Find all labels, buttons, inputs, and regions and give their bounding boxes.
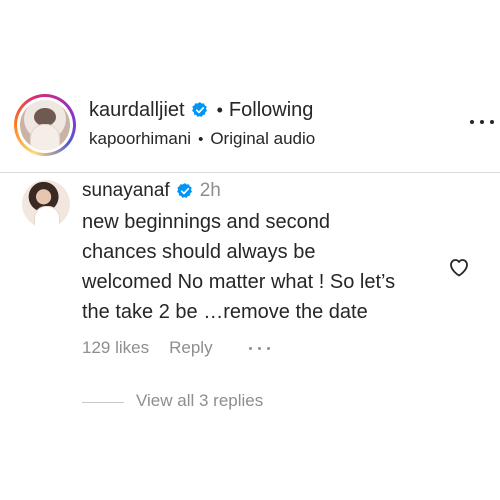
- header-separator: •: [216, 99, 223, 120]
- comment-timestamp: 2h: [199, 180, 221, 201]
- comment-text: new beginnings and second chances should…: [82, 207, 442, 327]
- following-button[interactable]: Following: [229, 99, 313, 122]
- verified-badge-icon: [191, 101, 209, 119]
- heart-outline-icon[interactable]: [446, 255, 472, 279]
- audio-separator: •: [198, 130, 204, 148]
- reply-button[interactable]: Reply: [169, 338, 212, 358]
- avatar-ring-gap: [17, 97, 73, 153]
- comment-line: new beginnings and second: [82, 211, 330, 233]
- comment-line: the take 2 be …remove the date: [82, 301, 368, 323]
- more-dot: [480, 120, 484, 124]
- verified-badge-icon: [176, 182, 194, 200]
- more-dot: [490, 120, 494, 124]
- author-avatar[interactable]: [20, 100, 70, 150]
- audio-username[interactable]: kapoorhimani: [89, 129, 191, 149]
- replies-divider-line: [82, 402, 124, 403]
- comment-more-icon[interactable]: [248, 346, 270, 350]
- comment-line: chances should always be: [82, 241, 316, 263]
- header-divider: [0, 172, 500, 173]
- likes-count[interactable]: 129 likes: [82, 338, 149, 358]
- audio-info: kapoorhimani • Original audio: [89, 128, 315, 150]
- comment-header: sunayanaf 2h: [82, 179, 221, 203]
- more-dot: [266, 346, 270, 350]
- author-username[interactable]: kaurdalljiet: [89, 99, 185, 122]
- view-replies-button[interactable]: View all 3 replies: [136, 391, 263, 411]
- more-dot: [248, 346, 252, 350]
- more-options-icon[interactable]: [470, 118, 494, 126]
- commenter-avatar[interactable]: [22, 180, 70, 228]
- more-dot: [470, 120, 474, 124]
- comment-actions: 129 likes Reply: [82, 337, 270, 359]
- comment-line: welcomed No matter what ! So let’s: [82, 271, 396, 293]
- author-avatar-ring[interactable]: [14, 94, 76, 156]
- commenter-username[interactable]: sunayanaf: [82, 180, 170, 202]
- post-header-title: kaurdalljiet • Following: [89, 97, 313, 123]
- more-dot: [257, 346, 261, 350]
- original-audio-link[interactable]: Original audio: [210, 129, 315, 149]
